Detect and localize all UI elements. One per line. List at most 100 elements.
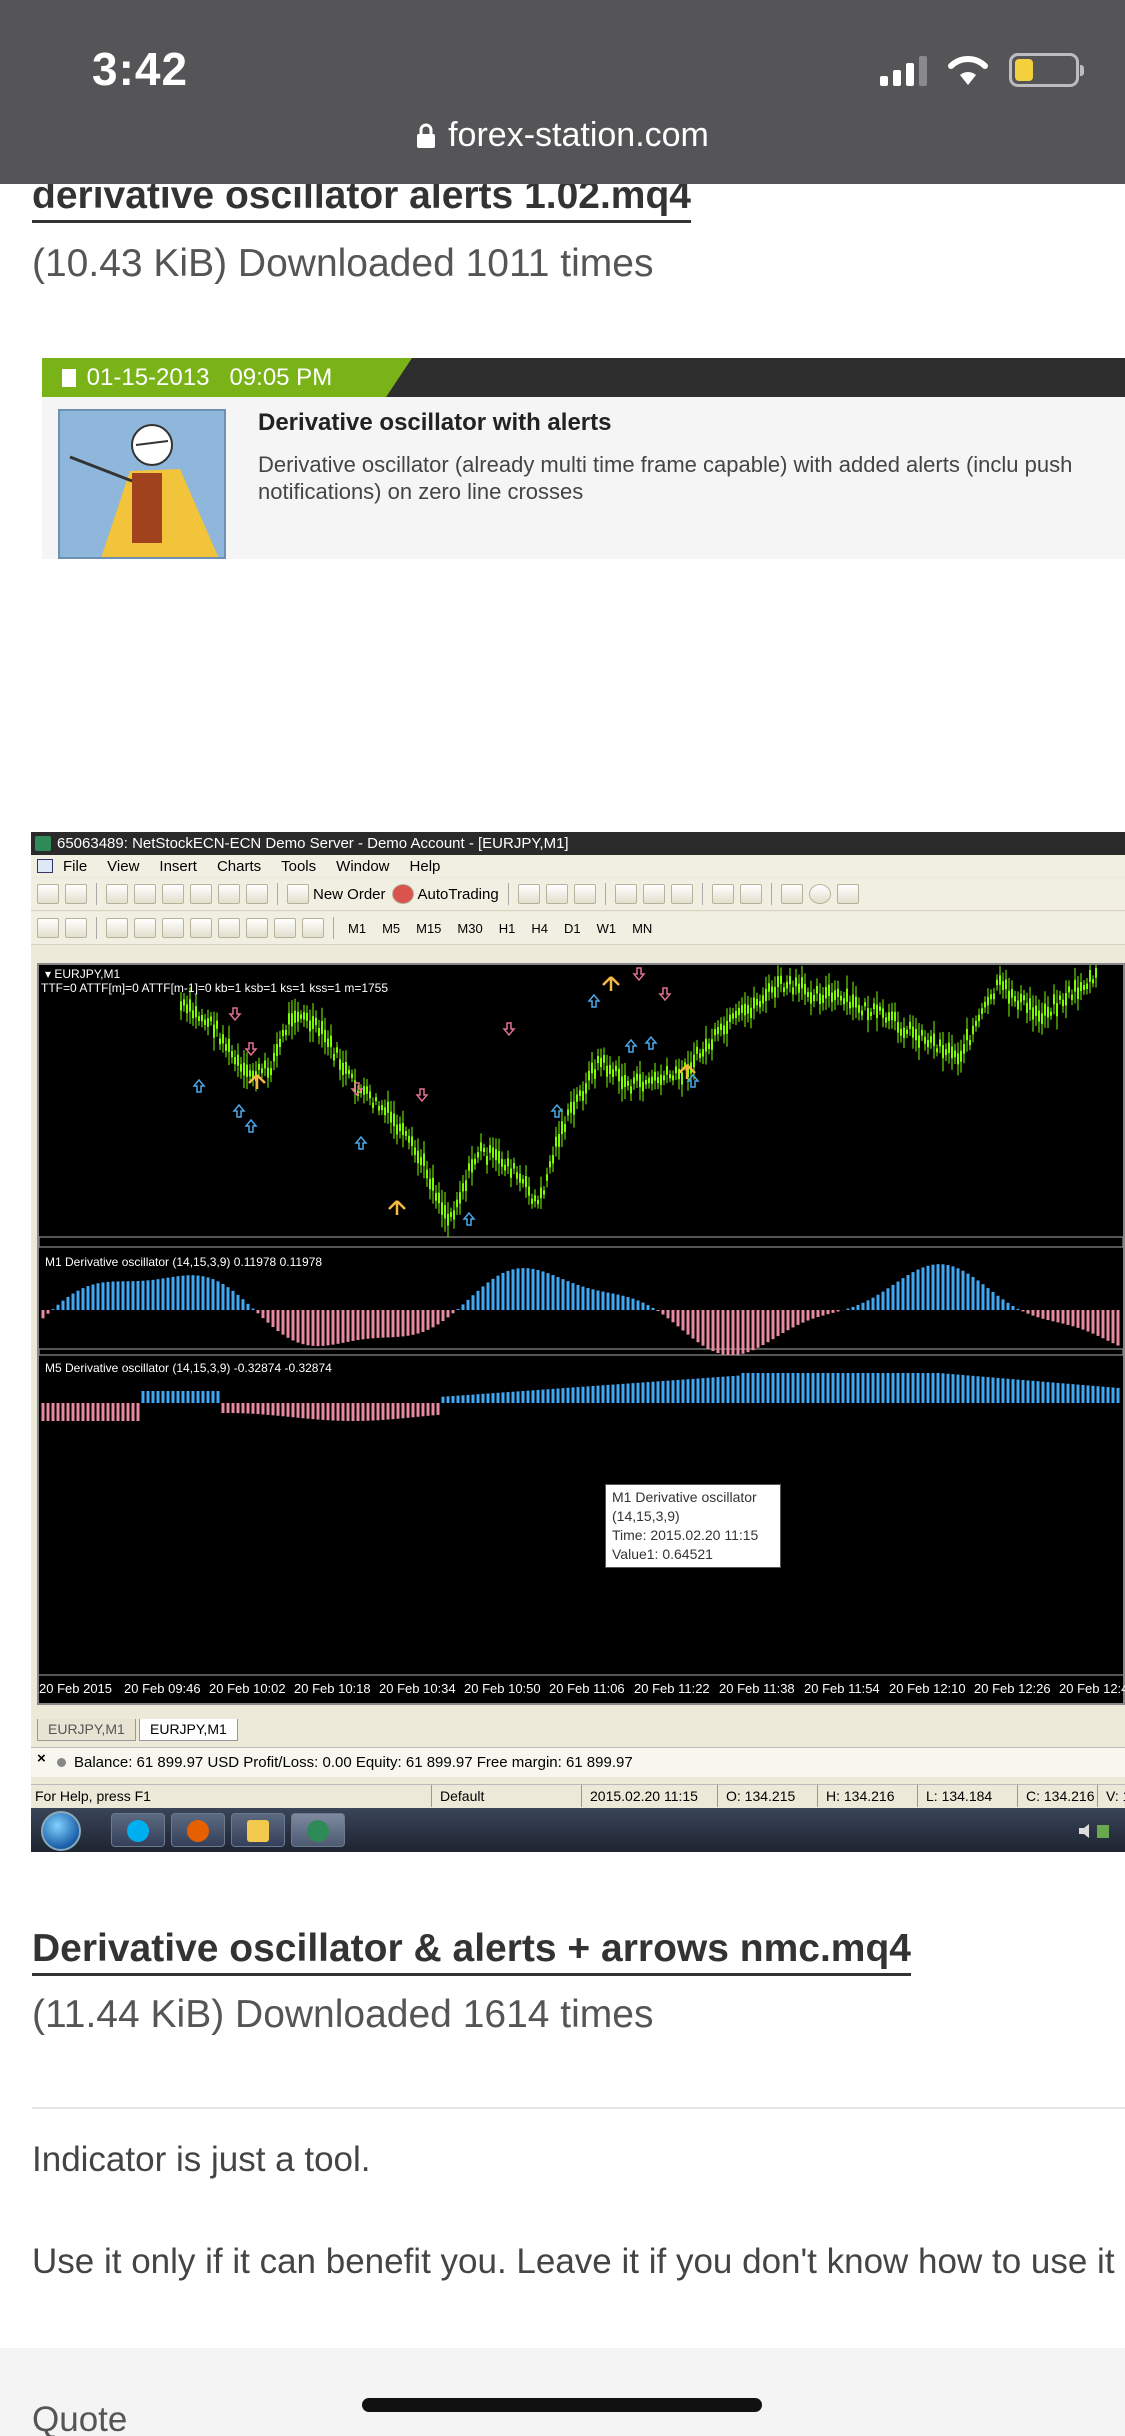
data-window-icon[interactable] — [134, 884, 156, 904]
candle-body — [180, 1001, 182, 1011]
candle-body — [516, 1172, 518, 1179]
new-order-button[interactable]: New Order — [287, 884, 386, 904]
candle-body — [912, 1026, 914, 1038]
skype-taskbar-icon[interactable] — [111, 1813, 165, 1847]
text-label-icon[interactable] — [274, 918, 296, 938]
arrows-icon[interactable] — [302, 918, 324, 938]
candle-body — [306, 1013, 308, 1021]
candle-body — [438, 1192, 440, 1204]
volume-icon[interactable] — [1077, 1822, 1111, 1840]
menu-window[interactable]: Window — [336, 858, 389, 875]
start-button-icon[interactable] — [41, 1811, 81, 1851]
zoom-in-icon[interactable] — [614, 884, 637, 904]
candle-body — [405, 1131, 407, 1136]
candle-body — [651, 1076, 653, 1084]
text-icon[interactable] — [246, 918, 268, 938]
menu-view[interactable]: View — [107, 858, 139, 875]
autoscroll-icon[interactable] — [739, 884, 762, 904]
menu-help[interactable]: Help — [410, 858, 441, 875]
home-indicator[interactable] — [362, 2398, 762, 2412]
candle-body — [300, 1014, 302, 1019]
fibonacci-icon[interactable] — [218, 918, 240, 938]
candle-body — [936, 1048, 938, 1053]
timeframe-h1[interactable]: H1 — [494, 921, 521, 936]
candle-body — [639, 1074, 641, 1088]
candle-body — [408, 1135, 410, 1143]
candle-body — [456, 1199, 458, 1208]
profiles-icon[interactable] — [65, 884, 87, 904]
timeframe-d1[interactable]: D1 — [559, 921, 586, 936]
candle-body — [948, 1042, 950, 1054]
explorer-taskbar-icon[interactable] — [231, 1813, 285, 1847]
candle-body — [186, 1004, 188, 1014]
indicators-icon[interactable] — [780, 884, 803, 904]
horizontal-line-icon[interactable] — [134, 918, 156, 938]
market-watch-icon[interactable] — [106, 884, 128, 904]
timeframe-w1[interactable]: W1 — [592, 921, 622, 936]
firefox-taskbar-icon[interactable] — [171, 1813, 225, 1847]
candle-body — [699, 1053, 701, 1058]
menu-file[interactable]: File — [63, 858, 87, 875]
address-bar[interactable]: forex-station.com — [0, 116, 1125, 155]
candle-body — [336, 1047, 338, 1053]
candle-body — [597, 1055, 599, 1064]
chart-symbol: ▾ EURJPY,M1 — [45, 967, 121, 981]
bar-chart-icon[interactable] — [517, 884, 540, 904]
candlestick-icon[interactable] — [545, 884, 568, 904]
terminal-icon[interactable] — [190, 884, 212, 904]
trendline-icon[interactable] — [162, 918, 184, 938]
close-icon[interactable]: × — [37, 1744, 46, 1774]
terminal-panel: × Balance: 61 899.97 USD Profit/Loss: 0.… — [31, 1747, 1125, 1777]
chart-tab-active[interactable]: EURJPY,M1 — [139, 1719, 238, 1741]
timeframe-m5[interactable]: M5 — [377, 921, 405, 936]
price-chart[interactable]: ▾ EURJPY,M1 TTF=0 ATTF[m]=0 ATTF[m-1]=0 … — [37, 963, 1125, 1705]
candle-body — [876, 1004, 878, 1018]
candle-body — [525, 1176, 527, 1187]
menu-tools[interactable]: Tools — [281, 858, 316, 875]
timeframe-mn[interactable]: MN — [627, 921, 657, 936]
menu-charts[interactable]: Charts — [217, 858, 261, 875]
candle-body — [849, 1001, 851, 1009]
cursor-icon[interactable] — [37, 918, 59, 938]
candle-body — [669, 1074, 671, 1079]
candle-body — [957, 1053, 959, 1065]
chart-shift-icon[interactable] — [711, 884, 734, 904]
candle-body — [474, 1158, 476, 1165]
signature-line-1: Indicator is just a tool. — [32, 2140, 371, 2179]
candle-body — [804, 983, 806, 995]
chart-tab[interactable]: EURJPY,M1 — [37, 1719, 136, 1741]
candle-body — [447, 1213, 449, 1226]
candle-body — [573, 1101, 575, 1115]
equidistant-channel-icon[interactable] — [190, 918, 212, 938]
quote-button[interactable]: Quote — [32, 2400, 127, 2436]
timeframe-m30[interactable]: M30 — [452, 921, 487, 936]
candle-body — [381, 1105, 383, 1111]
vertical-line-icon[interactable] — [106, 918, 128, 938]
timeframe-m1[interactable]: M1 — [343, 921, 371, 936]
crosshair-icon[interactable] — [65, 918, 87, 938]
autotrading-button[interactable]: AutoTrading — [391, 884, 499, 904]
line-chart-icon[interactable] — [573, 884, 596, 904]
tester-icon[interactable] — [218, 884, 240, 904]
tile-windows-icon[interactable] — [670, 884, 693, 904]
zoom-out-icon[interactable] — [642, 884, 665, 904]
zoom-icon[interactable] — [246, 884, 268, 904]
timeframe-h4[interactable]: H4 — [526, 921, 553, 936]
mt4-status-bar: For Help, press F1 Default 2015.02.20 11… — [31, 1784, 1125, 1807]
timeframe-m15[interactable]: M15 — [411, 921, 446, 936]
new-chart-icon[interactable] — [37, 884, 59, 904]
mt4-taskbar-icon[interactable] — [291, 1813, 345, 1847]
periods-icon[interactable] — [808, 884, 831, 904]
candle-body — [480, 1142, 482, 1152]
candle-body — [618, 1068, 620, 1082]
candle-body — [501, 1159, 503, 1167]
candle-body — [324, 1029, 326, 1043]
attachment-link-2[interactable]: Derivative oscillator & alerts + arrows … — [32, 1927, 911, 1976]
candle-body — [903, 1027, 905, 1038]
templates-icon[interactable] — [836, 884, 859, 904]
post-title[interactable]: Derivative oscillator with alerts — [258, 409, 611, 437]
candle-body — [420, 1157, 422, 1166]
candle-body — [672, 1075, 674, 1081]
navigator-icon[interactable] — [162, 884, 184, 904]
menu-insert[interactable]: Insert — [159, 858, 197, 875]
